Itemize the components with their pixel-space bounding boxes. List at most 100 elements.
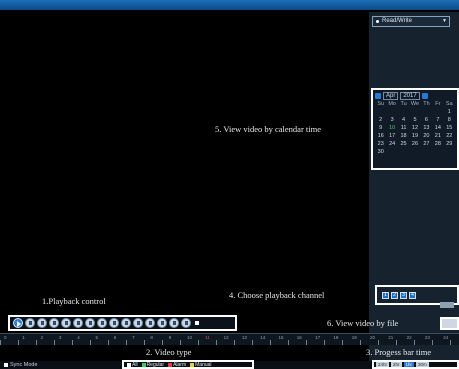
channel-4-button[interactable]: 4 — [409, 291, 416, 299]
month-select[interactable]: Apr — [383, 91, 399, 100]
annotation-channel: 4. Choose playback channel — [229, 290, 325, 300]
calendar-day[interactable]: 17 — [386, 133, 397, 140]
calendar-day[interactable]: 27 — [421, 141, 432, 148]
year-select[interactable]: 2017 — [400, 91, 420, 100]
pause-icon[interactable] — [25, 318, 35, 328]
channel-1-button[interactable]: 1 — [382, 291, 389, 299]
playback-control-bar — [8, 315, 237, 331]
annotation-playback: 1.Playback control — [42, 296, 106, 306]
annotation-progress: 3. Progess bar time — [366, 347, 432, 357]
calendar-day[interactable]: 26 — [409, 141, 420, 148]
progress-timeline[interactable]: 0 1 2 3 4 5 6 7 8 9 10 11 12 13 14 15 16 17 18 19 20 21 22 23 24 — [0, 333, 459, 345]
hdd-icon — [376, 20, 379, 23]
timeline-ticks — [0, 340, 459, 345]
calendar-day[interactable]: 20 — [421, 133, 432, 140]
calendar-empty — [386, 109, 397, 116]
channel-2-button[interactable]: 2 — [391, 291, 398, 299]
zoom-1hr-button[interactable]: 1hr — [403, 362, 415, 367]
calendar-empty — [386, 149, 397, 156]
calendar-day[interactable]: 16 — [375, 133, 386, 140]
sync-mode-checkbox[interactable] — [4, 363, 8, 367]
next-frame-icon[interactable] — [85, 318, 95, 328]
chevron-down-icon: ▼ — [442, 18, 447, 24]
prev-month-icon[interactable] — [375, 92, 381, 99]
title-bar — [0, 0, 459, 10]
fullscreen-icon[interactable] — [133, 318, 143, 328]
calendar-day[interactable]: 23 — [375, 141, 386, 148]
calendar-day[interactable]: 10 — [386, 125, 397, 132]
calendar-day[interactable]: 8 — [444, 117, 455, 124]
weekday-label: Su — [377, 101, 385, 107]
calendar-day[interactable]: 19 — [409, 133, 420, 140]
next-file-icon[interactable] — [109, 318, 119, 328]
calendar-day[interactable]: 4 — [398, 117, 409, 124]
fast-icon[interactable] — [61, 318, 71, 328]
calendar-header: Apr 2017 — [373, 90, 457, 101]
zoom-icon[interactable] — [181, 318, 191, 328]
channel-apply-button[interactable] — [440, 302, 454, 308]
channel-3-button[interactable]: 3 — [400, 291, 407, 299]
calendar: Apr 2017 Su Mo Tu We Th Fr Sa 1 2 3 4 5 6 7 8 9 10 11 12 13… — [371, 88, 459, 170]
video-type-regular[interactable]: Regular — [141, 362, 164, 368]
video-type-all[interactable]: All — [127, 362, 138, 368]
stop-icon[interactable] — [37, 318, 47, 328]
calendar-day[interactable]: 22 — [444, 133, 455, 140]
calendar-day[interactable]: 7 — [432, 117, 443, 124]
file-list-button[interactable] — [440, 317, 459, 330]
prev-file-icon[interactable] — [97, 318, 107, 328]
play-icon[interactable] — [13, 318, 23, 328]
video-display[interactable] — [8, 12, 368, 310]
calendar-empty — [421, 149, 432, 156]
slow-icon[interactable] — [49, 318, 59, 328]
calendar-day[interactable]: 21 — [432, 133, 443, 140]
calendar-empty — [444, 149, 455, 156]
audio-icon[interactable] — [169, 318, 179, 328]
color-swatch — [168, 362, 173, 367]
video-type-label: Alarm — [173, 361, 187, 368]
prev-frame-icon[interactable] — [73, 318, 83, 328]
calendar-day[interactable]: 1 — [444, 109, 455, 116]
calendar-day[interactable]: 5 — [409, 117, 420, 124]
zoom-24hr-button[interactable]: 24hr — [376, 362, 390, 367]
read-write-label: Read/Write — [382, 18, 412, 24]
annotation-type: 2. Video type — [146, 347, 192, 357]
weekday-label: Mo — [388, 101, 396, 107]
calendar-day[interactable]: 9 — [375, 125, 386, 132]
calendar-day[interactable]: 2 — [375, 117, 386, 124]
calendar-day[interactable]: 15 — [444, 125, 455, 132]
weekday-label: Sa — [445, 101, 453, 107]
calendar-day[interactable]: 18 — [398, 133, 409, 140]
calendar-day[interactable]: 25 — [398, 141, 409, 148]
sync-mode-label: Sync Mode — [10, 362, 38, 368]
zoom-30m-button[interactable]: 30m — [416, 362, 429, 367]
weekday-label: We — [410, 101, 420, 107]
calendar-day[interactable]: 29 — [444, 141, 455, 148]
calendar-day[interactable]: 11 — [398, 125, 409, 132]
zoom-2hr-button[interactable]: 2hr — [391, 362, 402, 367]
calendar-day[interactable]: 13 — [421, 125, 432, 132]
video-type-label: All — [132, 361, 138, 368]
calendar-day[interactable]: 6 — [421, 117, 432, 124]
calendar-day[interactable]: 12 — [409, 125, 420, 132]
video-type-filter: All Regular Alarm Manual — [122, 360, 254, 369]
read-write-select[interactable]: Read/Write ▼ — [372, 16, 450, 27]
video-type-manual[interactable]: Manual — [190, 361, 212, 368]
calendar-day[interactable]: 24 — [386, 141, 397, 148]
sync-mode-toggle[interactable]: Sync Mode — [4, 362, 38, 368]
next-month-icon[interactable] — [421, 92, 428, 99]
calendar-empty — [375, 109, 386, 116]
clip-icon[interactable] — [157, 318, 167, 328]
loop-icon[interactable] — [121, 318, 131, 328]
weekday-label: Th — [423, 101, 430, 107]
calendar-grid: Su Mo Tu We Th Fr Sa 1 2 3 4 5 6 7 8 9 10 11 12 13 14 15 16 17 1… — [373, 101, 457, 156]
calendar-day[interactable]: 14 — [432, 125, 443, 132]
calendar-empty — [409, 149, 420, 156]
video-type-label: Manual — [195, 361, 212, 368]
calendar-day[interactable]: 28 — [432, 141, 443, 148]
calendar-day[interactable]: 3 — [386, 117, 397, 124]
weekday-label: Fr — [435, 101, 441, 107]
calendar-day[interactable]: 30 — [375, 149, 386, 156]
video-type-alarm[interactable]: Alarm — [168, 362, 186, 368]
snapshot-icon[interactable] — [145, 318, 155, 328]
calendar-empty — [432, 149, 443, 156]
